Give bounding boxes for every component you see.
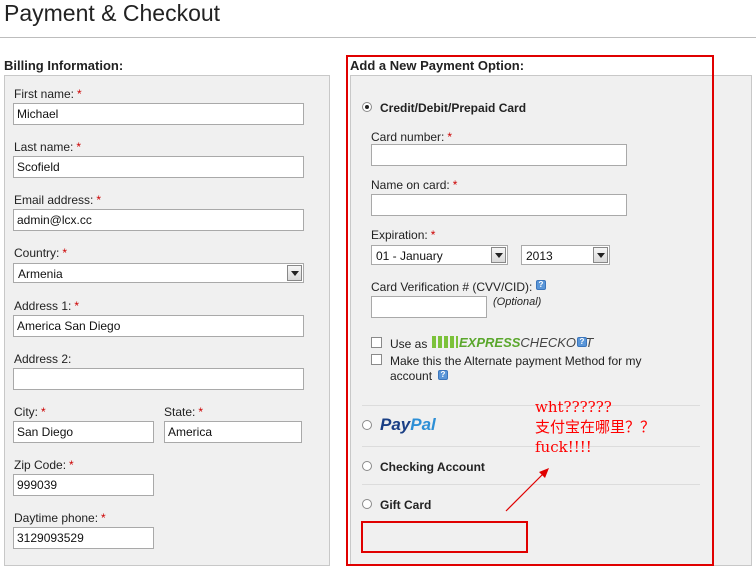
address1-input[interactable]	[13, 315, 304, 337]
zip-label: Zip Code: *	[14, 458, 74, 472]
country-select[interactable]: Armenia	[13, 263, 304, 283]
annotation-empty-box	[361, 521, 528, 553]
annotation-text: wht?????? 支付宝在哪里？？ fuck!!!!	[535, 398, 656, 456]
phone-label: Daytime phone: *	[14, 511, 106, 525]
zip-input[interactable]	[13, 474, 154, 496]
country-value: Armenia	[18, 267, 63, 281]
address2-label: Address 2:	[14, 352, 72, 366]
chevron-down-icon[interactable]	[287, 265, 302, 281]
country-label: Country: *	[14, 246, 68, 260]
city-input[interactable]	[13, 421, 154, 443]
address1-label: Address 1: *	[14, 299, 80, 313]
email-label: Email address: *	[14, 193, 102, 207]
phone-input[interactable]	[13, 527, 154, 549]
last-name-label: Last name: *	[14, 140, 82, 154]
annotation-arrow-icon	[505, 468, 549, 512]
email-input[interactable]	[13, 209, 304, 231]
page-title: Payment & Checkout	[4, 0, 221, 26]
city-label: City: *	[14, 405, 46, 419]
first-name-label: First name: *	[14, 87, 82, 101]
state-input[interactable]	[164, 421, 302, 443]
last-name-input[interactable]	[13, 156, 304, 178]
first-name-input[interactable]	[13, 103, 304, 125]
billing-heading: Billing Information:	[4, 58, 124, 73]
state-label: State: *	[164, 405, 204, 419]
title-divider	[0, 37, 756, 38]
address2-input[interactable]	[13, 368, 304, 390]
